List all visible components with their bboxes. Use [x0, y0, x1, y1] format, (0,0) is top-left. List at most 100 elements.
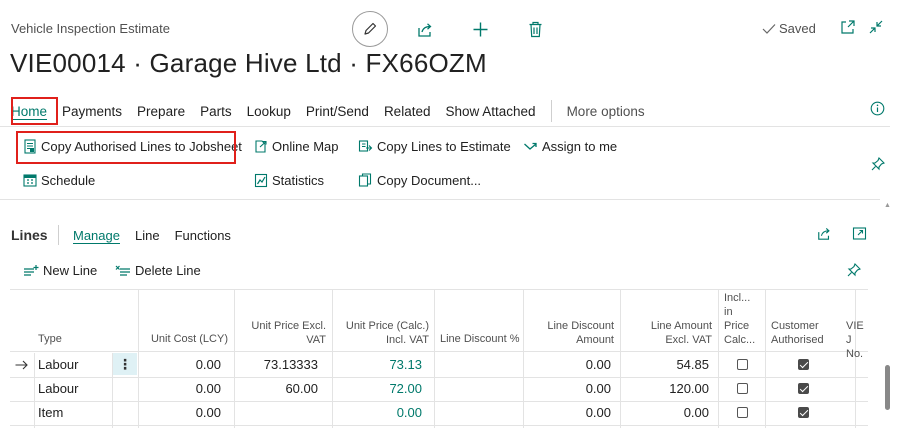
edit-button[interactable]	[352, 11, 388, 47]
open-new-window-icon[interactable]	[840, 19, 856, 35]
row-divider	[10, 425, 868, 426]
copy-document-label: Copy Document...	[377, 173, 482, 188]
cell-line-discount-amount[interactable]: 0.00	[525, 401, 611, 425]
tab-manage[interactable]: Manage	[73, 228, 120, 243]
scrollbar-thumb[interactable]	[885, 365, 890, 410]
edit-icon	[364, 22, 377, 35]
col-header-line: Calc...	[724, 334, 756, 346]
cell-unit-price-calc[interactable]: 73.13	[334, 353, 422, 377]
copy-lines-to-estimate-action[interactable]: Copy Lines to Estimate	[358, 139, 511, 154]
copy-document-icon	[358, 173, 372, 187]
menu-payments[interactable]: Payments	[62, 104, 122, 119]
col-header-line: No.	[846, 348, 864, 360]
cell-type[interactable]: Labour	[38, 353, 78, 377]
cell-type[interactable]: Labour	[38, 377, 78, 401]
expand-icon[interactable]	[852, 226, 867, 241]
tab-line[interactable]: Line	[135, 228, 160, 243]
cell-unit-price-excl[interactable]: 60.00	[236, 377, 318, 401]
cell-line-amount-excl[interactable]: 54.85	[622, 353, 709, 377]
cell-unit-price-excl[interactable]: 73.13333	[236, 353, 318, 377]
incl-in-price-checkbox[interactable]	[737, 359, 748, 370]
cell-unit-price-calc[interactable]: 72.00	[334, 377, 422, 401]
cell-line-discount-amount[interactable]: 0.00	[525, 353, 611, 377]
new-line-label: New Line	[43, 263, 98, 278]
cell-line-amount-excl[interactable]: 120.00	[622, 377, 709, 401]
share-icon[interactable]	[817, 226, 832, 241]
customer-authorised-checkbox[interactable]	[798, 407, 809, 418]
col-header-line: Line Amount	[650, 320, 712, 332]
menu-parts[interactable]: Parts	[200, 104, 232, 119]
scroll-up-arrow[interactable]: ▲	[884, 202, 891, 209]
assign-to-me-action[interactable]: Assign to me	[523, 139, 617, 154]
filter-icon[interactable]	[846, 262, 862, 278]
page-title: VIE00014 · Garage Hive Ltd · FX66OZM	[10, 48, 487, 78]
delete-icon	[529, 21, 541, 37]
action-menu: Home Payments Prepare Parts Lookup Print…	[11, 100, 660, 122]
assign-arrow-icon	[524, 142, 537, 150]
pin-icon[interactable]	[870, 156, 886, 172]
cell-unit-price-calc[interactable]: 0.00	[334, 401, 422, 425]
menu-print-send[interactable]: Print/Send	[306, 104, 369, 119]
info-icon[interactable]	[870, 101, 885, 116]
copy-lines-icon	[358, 140, 373, 152]
new-button[interactable]	[462, 11, 498, 47]
copy-document-action[interactable]: Copy Document...	[358, 173, 481, 188]
map-icon	[255, 140, 267, 153]
cell-line-amount-excl[interactable]: 0.00	[622, 401, 709, 425]
cell-unit-cost[interactable]: 0.00	[140, 377, 221, 401]
col-header-unit-price-excl[interactable]: Unit Price Excl. VAT	[236, 319, 326, 347]
col-header-incl-in-price[interactable]: Incl... in Price Calc...	[724, 291, 755, 347]
col-header-line-discount-amount[interactable]: Line Discount Amount	[525, 319, 614, 347]
cell-type[interactable]: Item	[38, 401, 63, 425]
menu-related[interactable]: Related	[384, 104, 431, 119]
new-line-action[interactable]: New Line	[23, 263, 97, 278]
col-header-line: Price	[724, 320, 750, 332]
row-actions-button[interactable]: ⋮	[113, 353, 137, 375]
menu-prepare[interactable]: Prepare	[137, 104, 185, 119]
col-header-line: Amount	[576, 334, 614, 346]
cell-line-discount-amount[interactable]: 0.00	[525, 377, 611, 401]
col-header-line-amount-excl[interactable]: Line Amount Excl. VAT	[622, 319, 712, 347]
col-header-vie-no[interactable]: VIE J No.	[846, 319, 868, 361]
collapse-icon[interactable]	[868, 19, 884, 35]
home-highlight-box	[11, 97, 58, 125]
schedule-label: Schedule	[41, 173, 96, 188]
more-icon: ⋮	[118, 355, 132, 372]
col-divider	[332, 290, 333, 428]
col-header-unit-price-calc[interactable]: Unit Price (Calc.) Incl. VAT	[334, 319, 429, 347]
cell-unit-price-excl[interactable]	[236, 401, 318, 425]
share-icon	[417, 22, 431, 37]
menu-divider-line	[0, 126, 890, 127]
col-header-customer-authorised[interactable]: Customer Authorised	[771, 319, 824, 347]
cell-unit-cost[interactable]: 0.00	[140, 401, 221, 425]
col-header-line: Unit Price Excl.	[251, 320, 326, 332]
col-header-unit-cost[interactable]: Unit Cost (LCY)	[140, 332, 228, 346]
cell-unit-cost[interactable]: 0.00	[140, 353, 221, 377]
schedule-action[interactable]: Schedule	[23, 173, 95, 188]
incl-in-price-checkbox[interactable]	[737, 383, 748, 394]
row-divider	[10, 377, 868, 378]
col-header-line: Unit Price (Calc.)	[345, 320, 429, 332]
statistics-action[interactable]: Statistics	[254, 173, 324, 188]
share-button[interactable]	[407, 11, 443, 47]
delete-line-action[interactable]: Delete Line	[115, 263, 201, 278]
check-icon	[762, 23, 776, 34]
menu-lookup[interactable]: Lookup	[247, 104, 291, 119]
delete-button[interactable]	[517, 11, 553, 47]
customer-authorised-checkbox[interactable]	[798, 383, 809, 394]
col-divider	[523, 290, 524, 428]
col-header-line: Excl. VAT	[665, 334, 712, 346]
menu-divider	[550, 100, 552, 122]
add-icon	[473, 22, 487, 36]
top-action-bar	[352, 10, 553, 48]
delete-line-label: Delete Line	[135, 263, 201, 278]
incl-in-price-checkbox[interactable]	[737, 407, 748, 418]
col-header-type[interactable]: Type	[38, 332, 62, 346]
online-map-action[interactable]: Online Map	[254, 139, 338, 154]
menu-show-attached[interactable]: Show Attached	[445, 104, 535, 119]
col-header-line-discount-pct[interactable]: Line Discount %	[440, 332, 520, 346]
customer-authorised-checkbox[interactable]	[798, 359, 809, 370]
copy-lines-to-estimate-label: Copy Lines to Estimate	[377, 139, 511, 154]
tab-functions[interactable]: Functions	[175, 228, 231, 243]
more-options-button[interactable]: More options	[567, 104, 645, 119]
